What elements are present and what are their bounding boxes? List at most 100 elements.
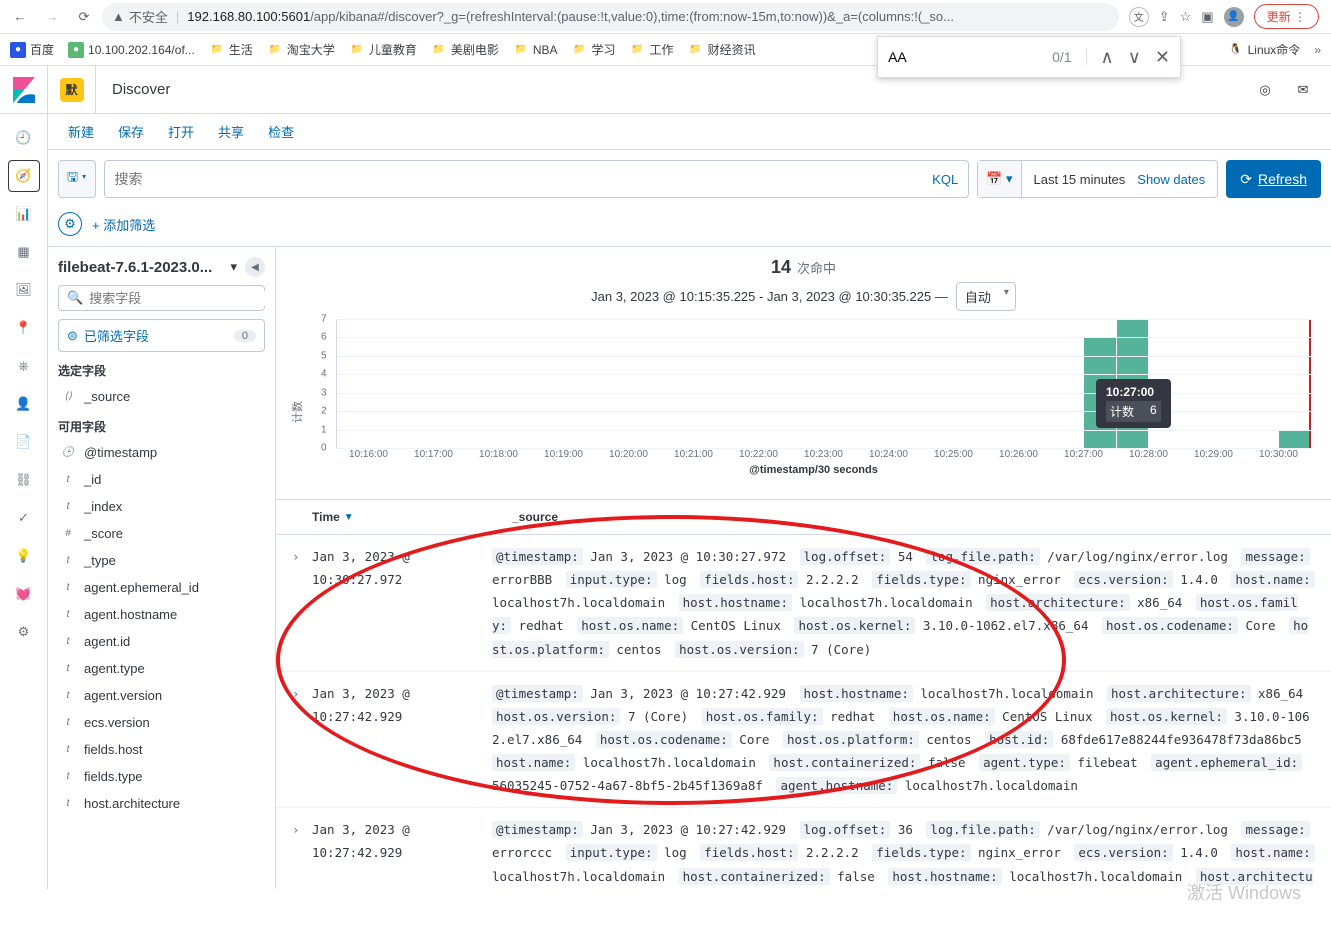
forward-button[interactable]: → <box>38 3 66 31</box>
nav-metrics-icon[interactable]: 👤 <box>8 388 40 420</box>
field-_type[interactable]: t_type <box>58 547 265 574</box>
bookmark-item[interactable]: 📁财经资讯 <box>688 41 756 58</box>
filtered-fields-toggle[interactable]: ⊜ 已筛选字段 0 <box>58 319 265 352</box>
nav-canvas-icon[interactable]: 🖼 <box>8 274 40 306</box>
browser-toolbar: ← → ⟳ ▲ 不安全 | 192.168.80.100:5601/app/ki… <box>0 0 1331 34</box>
bookmarks-overflow-icon[interactable]: » <box>1314 43 1321 57</box>
bookmark-item[interactable]: 📁生活 <box>209 41 253 58</box>
bookmark-item[interactable]: ●10.100.202.164/of... <box>68 42 195 58</box>
menu-保存[interactable]: 保存 <box>108 116 154 147</box>
linux-icon: 🐧 <box>1228 42 1244 58</box>
bookmark-item[interactable]: 📁学习 <box>572 41 616 58</box>
date-range-label: Last 15 minutes <box>1034 172 1126 187</box>
nav-dashboard-icon[interactable]: ▦ <box>8 236 40 268</box>
add-filter-button[interactable]: + 添加筛选 <box>92 215 155 234</box>
field-_index[interactable]: t_index <box>58 493 265 520</box>
breadcrumb: Discover <box>96 81 1237 98</box>
col-time[interactable]: Time ▼ <box>312 510 512 524</box>
find-prev-icon[interactable]: ∧ <box>1101 47 1114 68</box>
discover-menu: 新建保存打开共享检查 <box>48 114 1331 150</box>
query-input[interactable] <box>115 171 923 187</box>
kibana-logo[interactable] <box>0 66 48 114</box>
menu-新建[interactable]: 新建 <box>58 116 104 147</box>
saved-query-button[interactable]: 🖫 ▾ <box>58 160 96 198</box>
bookmark-linux[interactable]: 🐧Linux命令 <box>1228 41 1301 58</box>
chart-xlabel: @timestamp/30 seconds <box>316 464 1311 476</box>
extensions-icon[interactable]: ▣ <box>1201 9 1213 25</box>
nav-siem-icon[interactable]: 💡 <box>8 540 40 572</box>
chevron-down-icon[interactable]: ▾ <box>230 259 237 275</box>
update-button[interactable]: 更新 ⋮ <box>1254 4 1319 29</box>
find-input[interactable] <box>888 49 1038 65</box>
bookmark-item[interactable]: 📁工作 <box>630 41 674 58</box>
field-ecs.version[interactable]: tecs.version <box>58 709 265 736</box>
menu-打开[interactable]: 打开 <box>158 116 204 147</box>
refresh-button[interactable]: ⟳ Refresh <box>1226 160 1321 198</box>
filter-options-icon[interactable]: ⚙ <box>58 212 82 236</box>
date-picker[interactable]: 📅 ▾ Last 15 minutes Show dates <box>977 160 1218 198</box>
field-_score[interactable]: #_score <box>58 520 265 547</box>
field-_id[interactable]: t_id <box>58 466 265 493</box>
share-icon[interactable]: ⇪ <box>1159 9 1170 25</box>
field-fields.type[interactable]: tfields.type <box>58 763 265 790</box>
nav-apm-icon[interactable]: ⛓ <box>8 464 40 496</box>
field-agent.ephemeral_id[interactable]: tagent.ephemeral_id <box>58 574 265 601</box>
col-source[interactable]: _source <box>512 510 558 524</box>
bookmark-item[interactable]: 📁淘宝大学 <box>267 41 335 58</box>
menu-共享[interactable]: 共享 <box>208 116 254 147</box>
star-icon[interactable]: ☆ <box>1180 9 1192 25</box>
kql-toggle[interactable]: KQL <box>922 172 958 187</box>
find-close-icon[interactable]: ✕ <box>1155 47 1170 68</box>
space-selector[interactable]: 默 <box>48 66 96 114</box>
nav-logs-icon[interactable]: 📄 <box>8 426 40 458</box>
interval-select[interactable]: 自动 <box>956 282 1016 311</box>
nav-visualize-icon[interactable]: 📊 <box>8 198 40 230</box>
field-agent.hostname[interactable]: tagent.hostname <box>58 601 265 628</box>
doc-table: Time ▼ _source ›Jan 3, 2023 @ 10:30:27.9… <box>276 499 1331 889</box>
nav-heartbeat-icon[interactable]: 💓 <box>8 578 40 610</box>
translate-icon[interactable]: 文 <box>1129 7 1149 27</box>
nav-management-icon[interactable]: ⚙ <box>8 616 40 648</box>
mail-icon[interactable]: ✉ <box>1287 74 1319 106</box>
nav-ml-icon[interactable]: ⎈ <box>8 350 40 382</box>
field-host.architecture[interactable]: thost.architecture <box>58 790 265 817</box>
time-range-display: Jan 3, 2023 @ 10:15:35.225 - Jan 3, 2023… <box>276 282 1331 311</box>
histogram-chart[interactable]: 计数 01234567 10:16:0010:17:0010:18:0010:1… <box>316 319 1311 489</box>
bookmark-item[interactable]: ●百度 <box>10 41 54 58</box>
back-button[interactable]: ← <box>6 3 34 31</box>
bookmark-item[interactable]: 📁美剧电影 <box>431 41 499 58</box>
reload-button[interactable]: ⟳ <box>70 3 98 31</box>
nav-uptime-icon[interactable]: ✓ <box>8 502 40 534</box>
field-agent.version[interactable]: tagent.version <box>58 682 265 709</box>
search-icon: 🔍 <box>67 290 83 306</box>
nav-recent-icon[interactable]: 🕘 <box>8 122 40 154</box>
newsfeed-icon[interactable]: ◎ <box>1249 74 1281 106</box>
field-agent.id[interactable]: tagent.id <box>58 628 265 655</box>
expand-row-icon[interactable]: › <box>292 818 312 889</box>
collapse-sidebar-icon[interactable]: ◀ <box>245 257 265 277</box>
field-search: 🔍 <box>58 285 265 311</box>
field-search-input[interactable] <box>89 291 265 306</box>
side-nav: 🕘 🧭 📊 ▦ 🖼 📍 ⎈ 👤 📄 ⛓ ✓ 💡 💓 ⚙ <box>0 114 48 889</box>
bookmark-item[interactable]: 📁NBA <box>513 42 558 58</box>
show-dates-link[interactable]: Show dates <box>1137 172 1205 187</box>
nav-discover-icon[interactable]: 🧭 <box>8 160 40 192</box>
chart-ylabel: 计数 <box>289 401 305 423</box>
address-bar[interactable]: ▲ 不安全 | 192.168.80.100:5601/app/kibana#/… <box>102 3 1119 31</box>
index-pattern[interactable]: filebeat-7.6.1-2023.0... <box>58 259 222 276</box>
bookmark-item[interactable]: 📁儿童教育 <box>349 41 417 58</box>
expand-row-icon[interactable]: › <box>292 682 312 798</box>
find-next-icon[interactable]: ∨ <box>1128 47 1141 68</box>
profile-icon[interactable]: 👤 <box>1224 7 1244 27</box>
field-@timestamp[interactable]: 🕒@timestamp <box>58 439 265 466</box>
sort-desc-icon[interactable]: ▼ <box>344 512 354 523</box>
menu-检查[interactable]: 检查 <box>258 116 304 147</box>
field-agent.type[interactable]: tagent.type <box>58 655 265 682</box>
table-row: ›Jan 3, 2023 @ 10:27:42.929@timestamp: J… <box>276 808 1331 889</box>
nav-maps-icon[interactable]: 📍 <box>8 312 40 344</box>
filter-bar: ⚙ + 添加筛选 <box>48 208 1331 247</box>
field-fields.host[interactable]: tfields.host <box>58 736 265 763</box>
field-_source[interactable]: ⟨⟩_source <box>58 383 265 410</box>
expand-row-icon[interactable]: › <box>292 545 312 661</box>
calendar-icon[interactable]: 📅 ▾ <box>978 161 1021 197</box>
